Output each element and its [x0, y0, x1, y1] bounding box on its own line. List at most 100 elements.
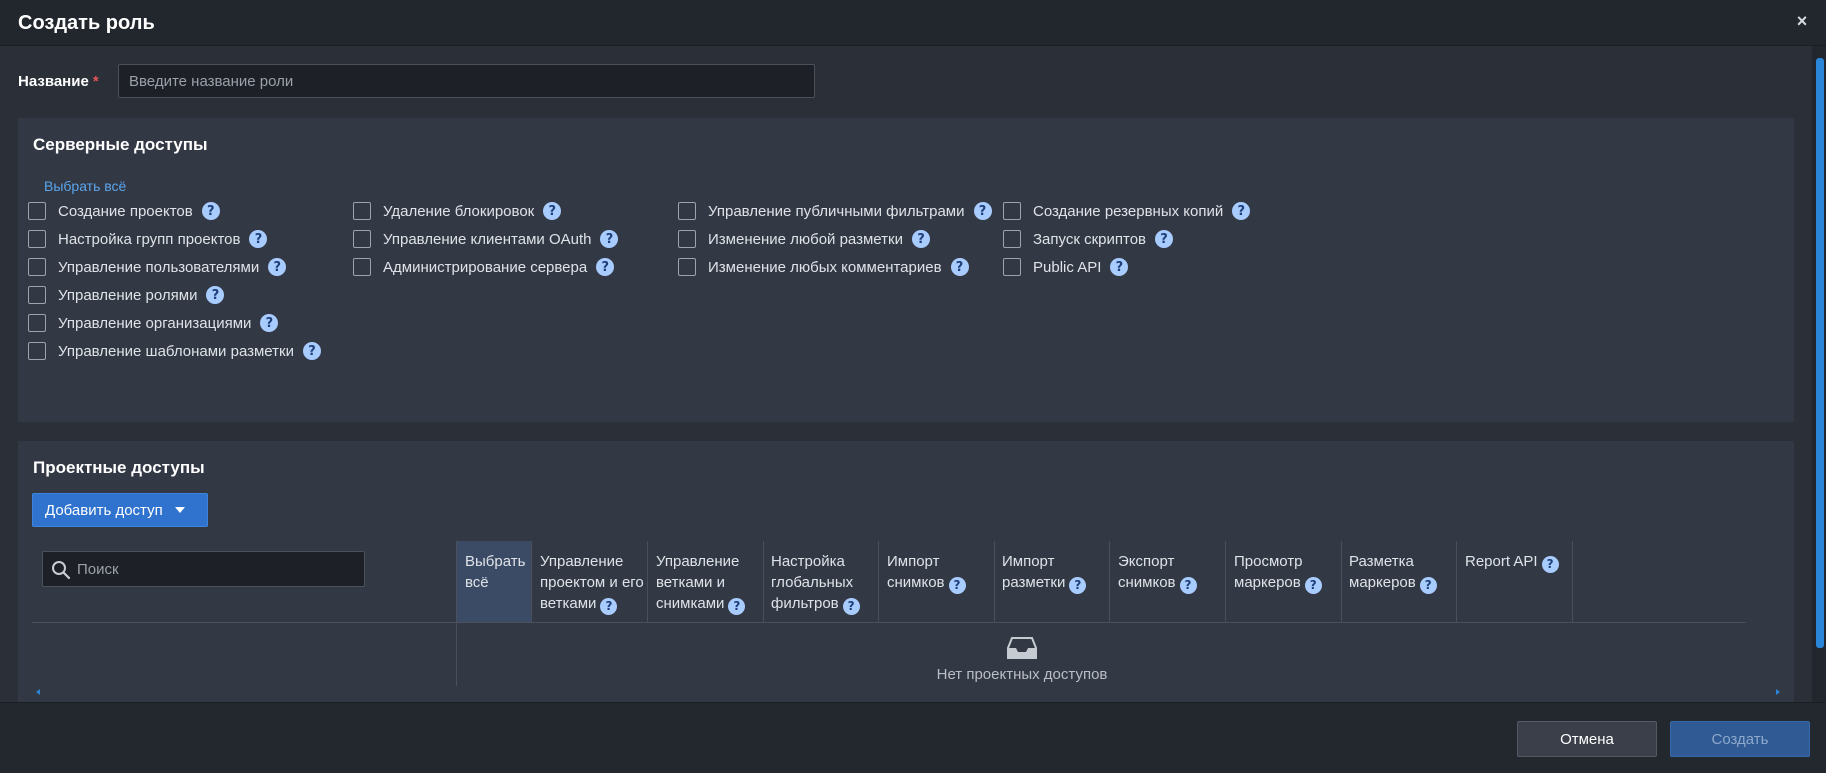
permission-checkbox[interactable] [28, 286, 46, 304]
permission-label: Создание проектов [58, 202, 193, 220]
help-icon[interactable]: ? [249, 230, 268, 248]
permission-checkbox[interactable] [678, 202, 696, 220]
caret-down-icon [174, 507, 185, 513]
permission-item[interactable]: Администрирование сервера? [353, 255, 615, 279]
permission-checkbox[interactable] [28, 258, 46, 276]
column-header[interactable]: Report API? [1457, 541, 1573, 622]
column-header-select-all[interactable]: Выбрать всё [457, 541, 532, 622]
permission-checkbox[interactable] [353, 202, 371, 220]
server-access-title: Серверные доступы [33, 135, 208, 154]
help-icon[interactable]: ? [948, 577, 966, 594]
permission-checkbox[interactable] [353, 258, 371, 276]
column-header-line: Экспорт [1118, 553, 1175, 570]
column-header-line-wrap: ветками? [540, 593, 639, 615]
column-header[interactable]: Экспорт снимков? [1110, 541, 1226, 622]
column-header[interactable]: Разметка маркеров? [1341, 541, 1457, 622]
permission-item[interactable]: Управление ролями? [28, 283, 225, 307]
column-header-line-wrap: фильтров? [771, 593, 870, 615]
help-icon[interactable]: ? [206, 286, 225, 304]
permission-item[interactable]: Создание резервных копий? [1003, 199, 1251, 223]
permission-item[interactable]: Управление публичными фильтрами? [678, 199, 992, 223]
role-name-input[interactable] [118, 64, 815, 98]
permission-label: Управление ролями [58, 286, 198, 304]
permission-item[interactable]: Запуск скриптов? [1003, 227, 1174, 251]
column-header-line: снимками [656, 595, 725, 612]
column-header-line: Управление [656, 553, 740, 570]
vertical-scrollbar[interactable] [1812, 46, 1826, 702]
permission-item[interactable]: Public API? [1003, 255, 1129, 279]
add-access-label: Добавить доступ [45, 501, 163, 519]
help-icon[interactable]: ? [600, 598, 618, 615]
project-access-title: Проектные доступы [33, 458, 205, 477]
add-access-button[interactable]: Добавить доступ [32, 493, 208, 527]
permission-checkbox[interactable] [1003, 258, 1021, 276]
help-icon[interactable]: ? [1419, 577, 1437, 594]
create-button[interactable]: Создать [1670, 721, 1810, 757]
help-icon[interactable]: ? [201, 202, 220, 220]
help-icon[interactable]: ? [1155, 230, 1174, 248]
permission-item[interactable]: Изменение любой разметки? [678, 227, 930, 251]
close-icon[interactable]: × [1792, 10, 1812, 32]
search-icon [52, 561, 71, 580]
help-icon[interactable]: ? [302, 342, 321, 360]
help-icon[interactable]: ? [1069, 577, 1087, 594]
column-header[interactable]: Импорт разметки? [994, 541, 1110, 622]
help-icon[interactable]: ? [260, 314, 279, 332]
permission-checkbox[interactable] [1003, 230, 1021, 248]
column-header[interactable]: Управление проектом и его ветками? [532, 541, 648, 622]
header-divider [32, 622, 1746, 623]
help-icon[interactable]: ? [911, 230, 930, 248]
permission-item[interactable]: Управление пользователями? [28, 255, 287, 279]
help-icon[interactable]: ? [1179, 577, 1197, 594]
help-icon[interactable]: ? [1541, 556, 1559, 573]
column-header-line: Управление [540, 553, 624, 570]
permission-checkbox[interactable] [28, 314, 46, 332]
column-header[interactable]: Настройка глобальных фильтров? [763, 541, 879, 622]
help-icon[interactable]: ? [268, 258, 287, 276]
permission-label: Управление организациями [58, 314, 252, 332]
permission-checkbox[interactable] [1003, 202, 1021, 220]
help-icon[interactable]: ? [1232, 202, 1251, 220]
column-header-line-wrap: Report API? [1465, 551, 1564, 573]
search-box[interactable] [42, 551, 365, 587]
search-input[interactable] [77, 552, 357, 586]
permission-checkbox[interactable] [28, 342, 46, 360]
permission-item[interactable]: Управление организациями? [28, 311, 279, 335]
cancel-button[interactable]: Отмена [1517, 721, 1657, 757]
help-icon[interactable]: ? [973, 202, 992, 220]
permission-checkbox[interactable] [678, 230, 696, 248]
help-icon[interactable]: ? [950, 258, 969, 276]
column-header-line: фильтров [771, 595, 839, 612]
project-access-grid: Выбрать всё Управление проектом и его ветка… [32, 541, 1780, 699]
scroll-right-icon[interactable] [1776, 689, 1780, 695]
help-icon[interactable]: ? [728, 598, 746, 615]
help-icon[interactable]: ? [543, 202, 562, 220]
permission-item[interactable]: Управление шаблонами разметки? [28, 339, 321, 363]
column-header-line: Report API [1465, 553, 1538, 570]
permission-checkbox[interactable] [353, 230, 371, 248]
help-icon[interactable]: ? [1304, 577, 1322, 594]
permission-checkbox[interactable] [678, 258, 696, 276]
scrollbar-thumb[interactable] [1816, 58, 1824, 648]
permission-item[interactable]: Настройка групп проектов? [28, 227, 268, 251]
permission-label: Запуск скриптов [1033, 230, 1147, 248]
help-icon[interactable]: ? [596, 258, 615, 276]
column-header[interactable]: Импорт снимков? [879, 541, 995, 622]
permission-item[interactable]: Создание проектов? [28, 199, 220, 223]
permission-item[interactable]: Управление клиентами OAuth? [353, 227, 619, 251]
help-icon[interactable]: ? [600, 230, 619, 248]
select-all-link[interactable]: Выбрать всё [44, 178, 126, 194]
permission-checkbox[interactable] [28, 230, 46, 248]
column-header[interactable]: Просмотр маркеров? [1226, 541, 1342, 622]
help-icon[interactable]: ? [1110, 258, 1129, 276]
permission-item[interactable]: Удаление блокировок? [353, 199, 562, 223]
column-header[interactable]: Управление ветками и снимками? [648, 541, 764, 622]
column-header-line: Импорт [887, 553, 940, 570]
permission-checkbox[interactable] [28, 202, 46, 220]
column-header-line: маркеров [1234, 574, 1301, 591]
column-header-line-wrap: снимками? [656, 593, 755, 615]
scroll-left-icon[interactable] [36, 689, 40, 695]
help-icon[interactable]: ? [842, 598, 860, 615]
permission-item[interactable]: Изменение любых комментариев? [678, 255, 969, 279]
column-header-line: снимков [1118, 574, 1176, 591]
